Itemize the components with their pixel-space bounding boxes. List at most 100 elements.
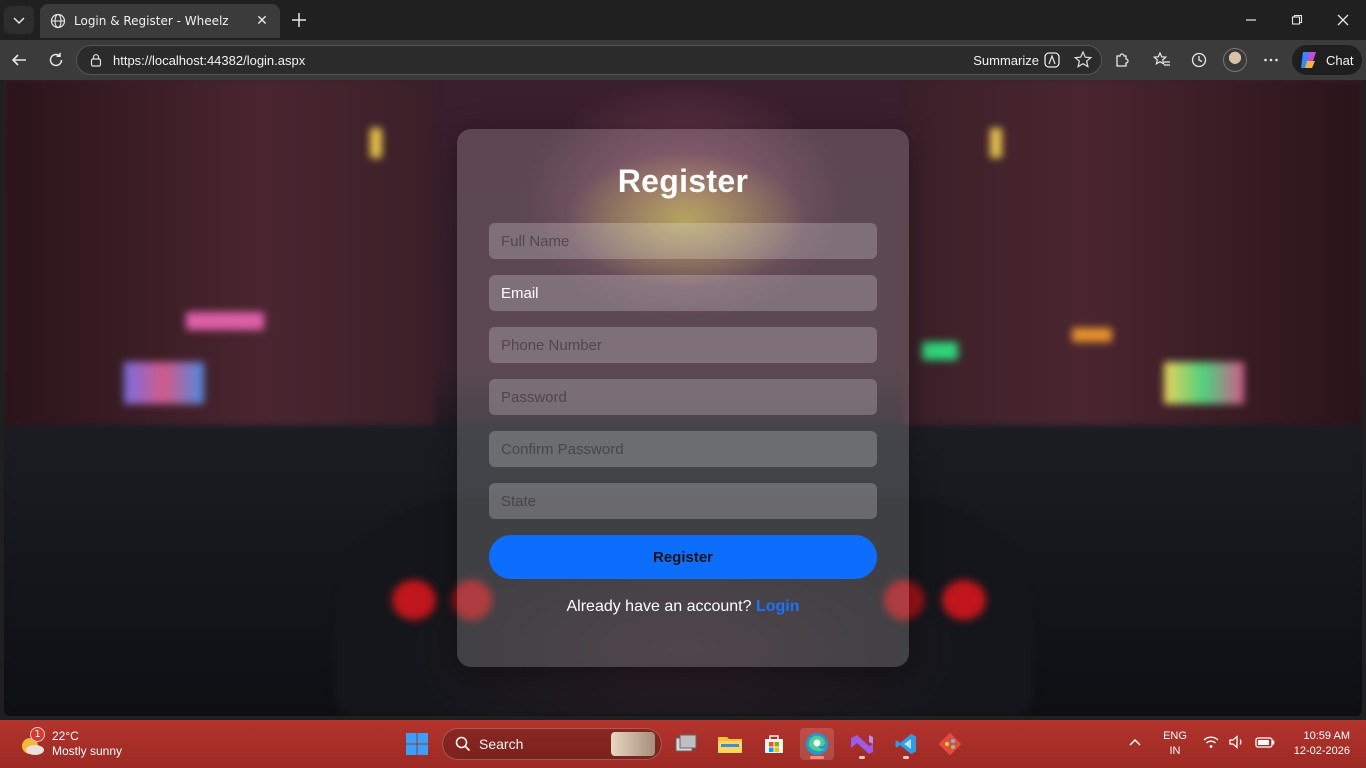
form-title: Register xyxy=(617,163,749,199)
active-app-indicator xyxy=(810,756,824,759)
email-input[interactable] xyxy=(489,275,877,311)
arrow-left-icon xyxy=(11,54,26,66)
new-tab-button[interactable] xyxy=(288,9,310,31)
password-input[interactable] xyxy=(489,379,877,415)
summarize-label: Summarize xyxy=(973,52,1039,68)
search-label: Search xyxy=(479,736,524,752)
lock-icon[interactable] xyxy=(89,53,103,67)
weather-temperature: 22°C xyxy=(52,729,79,743)
running-app-indicator xyxy=(859,756,865,759)
window-light-yellow-2 xyxy=(990,128,1002,158)
neon-sign-green xyxy=(922,342,958,360)
file-explorer-icon xyxy=(718,737,742,753)
windows-start-icon[interactable] xyxy=(405,732,429,756)
favorites-button[interactable] xyxy=(1149,48,1175,72)
copilot-summarize-icon xyxy=(1044,52,1060,68)
back-button[interactable] xyxy=(6,48,32,72)
login-link[interactable]: Login xyxy=(756,598,800,615)
windows-taskbar: 1 22°C Mostly sunny Search ENG IN 10:59 … xyxy=(0,720,1366,768)
refresh-button[interactable] xyxy=(43,48,69,72)
close-tab-icon[interactable]: ✕ xyxy=(254,13,270,29)
search-highlight-image xyxy=(611,732,655,756)
window-light-yellow xyxy=(370,128,382,158)
neon-sign-pink xyxy=(186,312,264,330)
visual-studio-button[interactable] xyxy=(845,728,879,760)
login-prompt-text: Already have an account? xyxy=(566,598,752,615)
tab-title: Login & Register - Wheelz xyxy=(74,14,229,28)
microsoft-store-button[interactable] xyxy=(757,728,791,760)
input-language-indicator[interactable]: ENG IN xyxy=(1160,729,1190,759)
speaker-icon xyxy=(1229,735,1242,749)
clock-time: 10:59 AM xyxy=(1303,730,1350,742)
car-taillight-right xyxy=(942,580,986,620)
file-explorer-button[interactable] xyxy=(713,728,747,760)
minimize-button[interactable] xyxy=(1228,0,1274,40)
favorite-star-icon[interactable] xyxy=(1073,50,1093,70)
git-client-button[interactable] xyxy=(933,728,967,760)
history-button[interactable] xyxy=(1186,48,1212,72)
weather-widget[interactable]: 1 22°C Mostly sunny xyxy=(18,726,122,762)
git-icon xyxy=(938,732,962,756)
battery-icon xyxy=(1255,737,1275,748)
search-icon xyxy=(455,736,471,752)
settings-more-button[interactable] xyxy=(1258,48,1284,72)
register-button[interactable]: Register xyxy=(489,535,877,579)
weather-notification-badge: 1 xyxy=(30,727,45,742)
car-taillight-left xyxy=(392,580,436,620)
browser-toolbar: https://localhost:44382/login.aspx Summa… xyxy=(0,40,1366,80)
extensions-button[interactable] xyxy=(1109,48,1135,72)
copilot-chat-button[interactable]: Chat xyxy=(1292,45,1362,75)
login-prompt: Already have an account? Login xyxy=(457,598,909,616)
full-name-input[interactable] xyxy=(489,223,877,259)
tab-actions-menu-button[interactable] xyxy=(4,6,34,34)
summarize-button[interactable]: Summarize xyxy=(973,46,1061,74)
clock-date: 12-02-2026 xyxy=(1293,745,1350,757)
chat-label: Chat xyxy=(1326,52,1354,68)
task-view-button[interactable] xyxy=(669,728,703,760)
edge-browser-button[interactable] xyxy=(800,728,834,760)
address-bar[interactable]: https://localhost:44382/login.aspx Summa… xyxy=(76,45,1102,75)
chevron-down-icon xyxy=(13,17,25,25)
history-icon xyxy=(1191,52,1207,68)
minimize-icon xyxy=(1246,19,1256,21)
restore-button[interactable] xyxy=(1274,0,1320,40)
visual-studio-icon xyxy=(851,735,873,754)
state-input[interactable] xyxy=(489,483,877,519)
puzzle-icon xyxy=(1116,53,1129,67)
profile-avatar[interactable] xyxy=(1223,48,1247,72)
refresh-icon xyxy=(49,52,63,67)
task-view-icon xyxy=(675,734,697,752)
globe-icon xyxy=(50,13,66,29)
plus-icon xyxy=(292,13,306,27)
language-code: ENG xyxy=(1163,730,1187,742)
window-lights-right xyxy=(1164,362,1244,404)
taskbar-search-box[interactable]: Search xyxy=(442,728,662,760)
phone-number-input[interactable] xyxy=(489,327,877,363)
close-window-button[interactable] xyxy=(1320,0,1366,40)
wifi-icon xyxy=(1203,736,1219,748)
close-icon xyxy=(1337,14,1349,26)
weather-condition: Mostly sunny xyxy=(52,744,123,758)
favorites-list-icon xyxy=(1153,51,1170,66)
copilot-icon xyxy=(1301,52,1316,68)
background-building-right xyxy=(904,80,1362,440)
language-region: IN xyxy=(1169,745,1181,757)
vscode-icon xyxy=(895,734,916,754)
window-lights-left xyxy=(124,362,204,404)
weather-sun-icon: 1 xyxy=(18,727,46,758)
register-card: Register Register Already have an accoun… xyxy=(457,129,909,667)
running-app-indicator xyxy=(903,756,909,759)
url-text[interactable]: https://localhost:44382/login.aspx xyxy=(113,53,305,68)
edge-icon xyxy=(806,733,828,755)
browser-tab-strip: Login & Register - Wheelz ✕ xyxy=(0,0,1366,40)
show-hidden-icons-chevron-up-icon[interactable] xyxy=(1126,734,1144,752)
microsoft-store-icon xyxy=(765,735,783,753)
more-horizontal-icon xyxy=(1264,58,1278,62)
browser-tab-active[interactable]: Login & Register - Wheelz ✕ xyxy=(40,4,280,38)
vscode-button[interactable] xyxy=(889,728,923,760)
taskbar-clock[interactable]: 10:59 AM 12-02-2026 xyxy=(1284,729,1350,759)
neon-sign-orange xyxy=(1072,328,1112,342)
system-tray-icons[interactable] xyxy=(1202,733,1276,751)
restore-icon xyxy=(1291,14,1303,25)
confirm-password-input[interactable] xyxy=(489,431,877,467)
